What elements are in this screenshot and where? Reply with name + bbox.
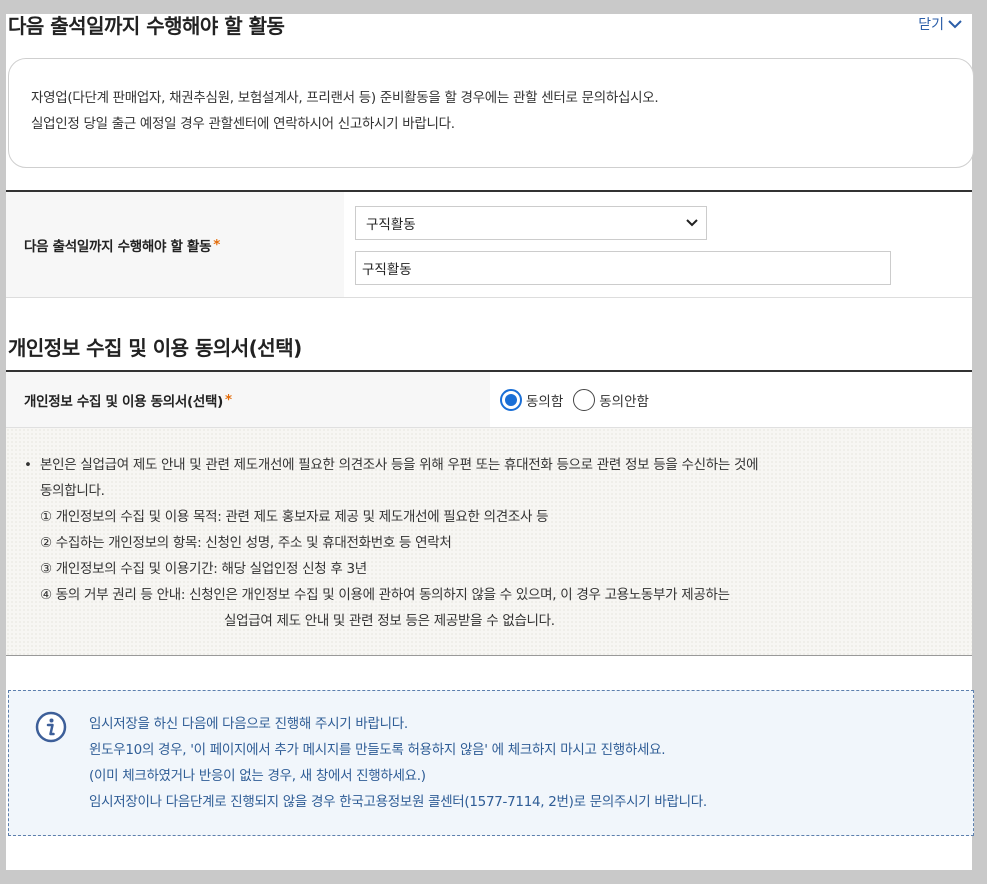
info-line-3: (이미 체크하였거나 반응이 없는 경우, 새 창에서 진행하세요.) — [89, 768, 426, 784]
radio-agree-circle[interactable] — [500, 388, 522, 411]
consent-item-1: ① 개인정보의 수집 및 이용 목적: 관련 제도 홍보자료 제공 및 제도개선… — [40, 509, 549, 525]
chevron-down-icon — [686, 219, 698, 227]
info-lines: 임시저장을 하신 다음에 다음으로 진행해 주시기 바랍니다. 윈도우10의 경… — [89, 711, 707, 815]
consent-terms-box: • 본인은 실업급여 제도 안내 및 관련 제도개선에 필요한 의견조사 등을 … — [6, 428, 972, 656]
bullet: • — [24, 457, 32, 473]
info-box: 임시저장을 하신 다음에 다음으로 진행해 주시기 바랍니다. 윈도우10의 경… — [8, 690, 974, 836]
activity-label-cell: 다음 출석일까지 수행해야 할 활동 * — [6, 192, 344, 297]
activity-text-input[interactable]: 구직활동 — [355, 251, 891, 285]
radio-agree[interactable]: 동의함 — [500, 388, 564, 411]
consent-statement-text: 본인은 실업급여 제도 안내 및 관련 제도개선에 필요한 의견조사 등을 위해… — [40, 457, 759, 473]
notice-box: 자영업(다단계 판매업자, 채권추심원, 보험설계사, 프리랜서 등) 준비활동… — [8, 58, 974, 168]
consent-statement-cont: 동의합니다. — [40, 483, 105, 499]
required-mark: * — [225, 391, 232, 408]
consent-item-3: ③ 개인정보의 수집 및 이용기간: 해당 실업인정 신청 후 3년 — [40, 561, 367, 577]
info-icon — [35, 711, 67, 743]
notice-line-2: 실업인정 당일 출근 예정일 경우 관할센터에 연락하시어 신고하시기 바랍니다… — [31, 116, 455, 132]
info-line-4: 임시저장이나 다음단계로 진행되지 않을 경우 한국고용정보원 콜센터(1577… — [89, 794, 707, 810]
page: 다음 출석일까지 수행해야 할 활동 닫기 자영업(다단계 판매업자, 채권추심… — [6, 14, 974, 870]
consent-statement: • 본인은 실업급여 제도 안내 및 관련 제도개선에 필요한 의견조사 등을 … — [24, 452, 972, 478]
activity-input-cell: 구직활동 구직활동 — [344, 192, 972, 297]
activity-label: 다음 출석일까지 수행해야 할 활동 — [24, 238, 212, 255]
activity-select[interactable]: 구직활동 — [355, 206, 707, 240]
info-line-2: 윈도우10의 경우, '이 페이지에서 추가 메시지를 만들도록 허용하지 않음… — [89, 742, 666, 758]
consent-item-4: ④ 동의 거부 권리 등 안내: 신청인은 개인정보 수집 및 이용에 관하여 … — [40, 587, 730, 603]
chevron-down-icon — [948, 20, 962, 29]
close-label: 닫기 — [918, 17, 944, 33]
radio-disagree-label: 동의안함 — [599, 393, 649, 410]
consent-item-4-cont: 실업급여 제도 안내 및 관련 정보 등은 제공받을 수 없습니다. — [224, 613, 555, 629]
radio-disagree[interactable]: 동의안함 — [573, 388, 649, 411]
section-title-activity: 다음 출석일까지 수행해야 할 활동 — [8, 14, 285, 38]
required-mark: * — [213, 236, 221, 253]
close-toggle-button[interactable]: 닫기 — [918, 14, 962, 34]
section-title-consent: 개인정보 수집 및 이용 동의서(선택) — [8, 336, 302, 360]
activity-input-value: 구직활동 — [362, 262, 412, 278]
activity-select-value: 구직활동 — [366, 217, 416, 233]
radio-agree-label: 동의함 — [526, 393, 564, 410]
consent-label: 개인정보 수집 및 이용 동의서(선택) — [24, 393, 224, 410]
consent-item-2: ② 수집하는 개인정보의 항목: 신청인 성명, 주소 및 휴대전화번호 등 연… — [40, 535, 452, 551]
info-line-1: 임시저장을 하신 다음에 다음으로 진행해 주시기 바랍니다. — [89, 716, 408, 732]
consent-radio-group: 동의함 동의안함 — [490, 372, 972, 427]
activity-form-row: 다음 출석일까지 수행해야 할 활동 * 구직활동 구직활동 — [6, 190, 972, 298]
radio-disagree-circle[interactable] — [573, 388, 596, 411]
notice-line-1: 자영업(다단계 판매업자, 채권추심원, 보험설계사, 프리랜서 등) 준비활동… — [31, 90, 659, 106]
consent-label-cell: 개인정보 수집 및 이용 동의서(선택) * — [6, 372, 490, 427]
consent-row: 개인정보 수집 및 이용 동의서(선택) * 동의함 동의안함 — [6, 370, 972, 428]
